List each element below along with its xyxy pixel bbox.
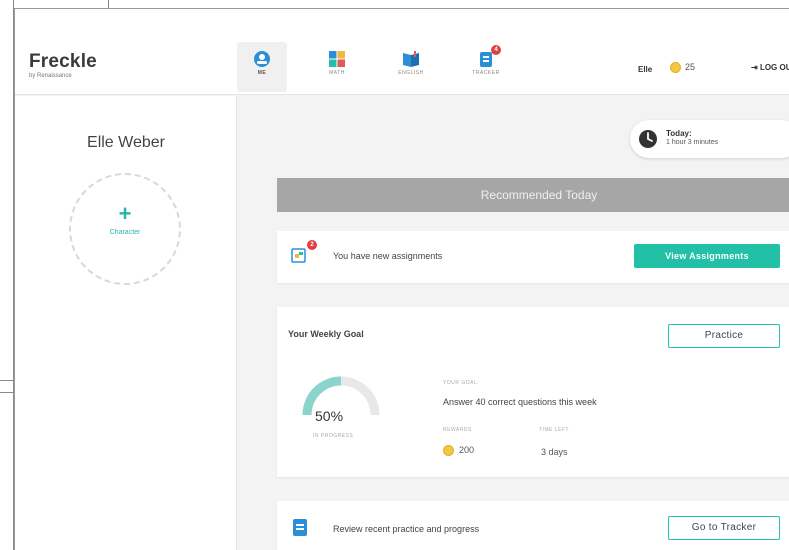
- logout-icon: ⇥: [751, 63, 758, 72]
- tab-me[interactable]: ME: [237, 42, 287, 92]
- assignment-icon: 2: [291, 240, 317, 264]
- assignment-badge: 2: [307, 240, 317, 250]
- recommended-today-banner: Recommended Today: [277, 178, 789, 212]
- logout-button[interactable]: ⇥ LOG OUT: [751, 63, 789, 72]
- tab-tracker-label: TRACKER: [472, 70, 500, 76]
- screenshot-page: Freckle by Renaissance ME MATH ENGLISH 4…: [0, 0, 789, 550]
- tracker-card: Review recent practice and progress Go t…: [277, 501, 789, 550]
- tracker-icon: 4: [477, 45, 501, 68]
- tab-math-label: MATH: [329, 70, 345, 76]
- freckle-app-window: Freckle by Renaissance ME MATH ENGLISH 4…: [14, 8, 789, 550]
- character-label: Character: [109, 229, 141, 236]
- tab-me-label: ME: [257, 70, 267, 76]
- goal-percent: 50%: [315, 408, 344, 424]
- rewards-amount: 200: [459, 445, 475, 455]
- coin-balance: 25: [670, 62, 696, 74]
- time-left-value: 3 days: [541, 447, 568, 457]
- tracker-notification-badge: 4: [491, 45, 501, 55]
- profile-sidebar: Elle Weber + Character: [15, 96, 237, 550]
- tracker-icon: [292, 517, 308, 537]
- math-icon: [328, 50, 346, 68]
- tab-english-label: ENGLISH: [398, 70, 424, 76]
- freckle-logo[interactable]: Freckle by Renaissance: [29, 51, 97, 79]
- tab-math[interactable]: MATH: [312, 42, 362, 92]
- today-time-card: Today: 1 hour 3 minutes: [630, 120, 789, 158]
- logout-label: LOG OUT: [759, 63, 789, 72]
- weekly-goal-card: Your Weekly Goal Practice 50% IN PROGRES…: [277, 307, 789, 477]
- english-icon: [402, 50, 420, 68]
- today-value: 1 hour 3 minutes: [666, 139, 719, 146]
- coin-icon: [443, 445, 454, 457]
- your-goal-label: YOUR GOAL:: [443, 380, 480, 386]
- assignments-card: 2 You have new assignments View Assignme…: [277, 231, 789, 283]
- tab-tracker[interactable]: 4 TRACKER: [461, 42, 511, 92]
- backdrop-divider: [0, 392, 14, 393]
- coin-icon: [670, 62, 681, 74]
- student-name: Elle Weber: [87, 134, 165, 151]
- go-to-tracker-button[interactable]: Go to Tracker: [668, 516, 780, 540]
- header-username: Elle: [638, 65, 653, 74]
- logo-title: Freckle: [29, 51, 97, 72]
- add-character-button[interactable]: + Character: [69, 173, 181, 285]
- weekly-goal-title: Your Weekly Goal: [288, 329, 364, 339]
- tracker-text: Review recent practice and progress: [333, 524, 480, 534]
- time-left-label: TIME LEFT: [539, 427, 570, 433]
- clock-icon: [638, 129, 658, 149]
- rewards-label: REWARDS: [443, 427, 472, 433]
- me-icon: [253, 50, 271, 68]
- assignments-text: You have new assignments: [333, 251, 443, 261]
- practice-button[interactable]: Practice: [668, 324, 780, 348]
- rewards-value: 200: [443, 445, 475, 457]
- coin-count: 25: [685, 62, 696, 72]
- today-label: Today:: [666, 129, 692, 138]
- view-assignments-button[interactable]: View Assignments: [634, 244, 780, 268]
- backdrop-divider: [0, 380, 14, 381]
- goal-status: IN PROGRESS: [313, 433, 354, 439]
- goal-description: Answer 40 correct questions this week: [443, 397, 597, 407]
- tab-english[interactable]: ENGLISH: [386, 42, 436, 92]
- logo-subtitle: by Renaissance: [29, 73, 72, 79]
- plus-icon: +: [118, 201, 132, 226]
- top-header: Freckle by Renaissance ME MATH ENGLISH 4…: [15, 9, 789, 95]
